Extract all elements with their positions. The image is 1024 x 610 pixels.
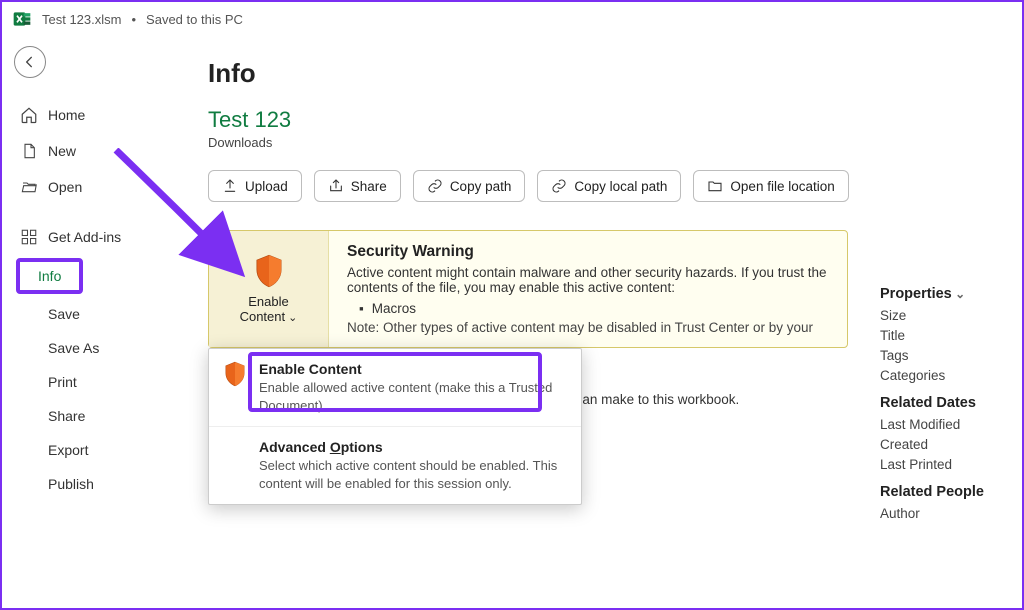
file-path: Downloads: [208, 135, 994, 150]
upload-icon: [222, 178, 238, 194]
main-panel: Info Test 123 Downloads Upload Share Cop…: [164, 36, 1022, 608]
page-title: Info: [208, 58, 994, 89]
prop-categories[interactable]: Categories: [880, 368, 1000, 383]
nav-home[interactable]: Home: [10, 98, 156, 132]
security-note: Note: Other types of active content may …: [347, 320, 831, 335]
popup-advanced-desc: Select which active content should be en…: [259, 457, 567, 492]
home-icon: [20, 106, 38, 124]
nav-info[interactable]: Info: [16, 258, 83, 294]
addins-icon: [20, 228, 38, 246]
file-title: Test 123: [208, 107, 994, 133]
security-warning-desc: Active content might contain malware and…: [347, 265, 831, 295]
nav-print[interactable]: Print: [10, 366, 156, 398]
enable-content-button[interactable]: Enable Content ⌄: [209, 231, 329, 347]
chevron-down-icon: ⌄: [285, 312, 297, 324]
popup-enable-content[interactable]: Enable Content Enable allowed active con…: [209, 349, 581, 426]
nav-open[interactable]: Open: [10, 170, 156, 204]
prop-title[interactable]: Title: [880, 328, 1000, 343]
related-people-heading: Related People: [880, 484, 1000, 500]
prop-last-modified: Last Modified: [880, 417, 1000, 432]
share-button[interactable]: Share: [314, 170, 401, 202]
security-item-macros: Macros: [359, 301, 831, 316]
filename-label: Test 123.xlsm: [42, 12, 121, 27]
prop-created: Created: [880, 437, 1000, 452]
upload-button[interactable]: Upload: [208, 170, 302, 202]
security-warning-heading: Security Warning: [347, 243, 831, 261]
nav-new[interactable]: New: [10, 134, 156, 168]
nav-save[interactable]: Save: [10, 298, 156, 330]
shield-icon: [254, 254, 284, 288]
popup-advanced-options[interactable]: Advanced Options Select which active con…: [209, 426, 581, 504]
nav-share[interactable]: Share: [10, 400, 156, 432]
nav-get-addins[interactable]: Get Add-ins: [10, 220, 156, 254]
popup-enable-title: Enable Content: [259, 361, 567, 377]
title-bar: Test 123.xlsm • Saved to this PC: [2, 2, 1022, 36]
back-button[interactable]: [14, 46, 46, 78]
enable-content-dropdown: Enable Content Enable allowed active con…: [208, 348, 582, 505]
related-dates-heading: Related Dates: [880, 395, 1000, 411]
save-status-label: Saved to this PC: [146, 12, 243, 27]
folder-icon: [707, 178, 723, 194]
prop-size: Size: [880, 308, 1000, 323]
popup-advanced-title: Advanced Options: [259, 439, 567, 455]
popup-enable-desc: Enable allowed active content (make this…: [259, 379, 567, 414]
new-file-icon: [20, 142, 38, 160]
prop-tags[interactable]: Tags: [880, 348, 1000, 363]
prop-last-printed: Last Printed: [880, 457, 1000, 472]
nav-publish[interactable]: Publish: [10, 468, 156, 500]
arrow-left-icon: [22, 54, 38, 70]
copy-path-button[interactable]: Copy path: [413, 170, 526, 202]
link-icon: [551, 178, 567, 194]
properties-heading[interactable]: Properties: [880, 286, 1000, 302]
folder-open-icon: [20, 178, 38, 196]
prop-author: Author: [880, 506, 1000, 521]
security-warning-box: Enable Content ⌄ Security Warning Active…: [208, 230, 848, 348]
file-actions-row: Upload Share Copy path Copy local path O…: [208, 170, 994, 202]
open-file-location-button[interactable]: Open file location: [693, 170, 848, 202]
share-icon: [328, 178, 344, 194]
link-icon: [427, 178, 443, 194]
copy-local-path-button[interactable]: Copy local path: [537, 170, 681, 202]
shield-icon: [223, 361, 247, 414]
properties-panel: Properties Size Title Tags Categories Re…: [880, 286, 1000, 526]
nav-export[interactable]: Export: [10, 434, 156, 466]
excel-logo-icon: [12, 9, 32, 29]
nav-save-as[interactable]: Save As: [10, 332, 156, 364]
backstage-sidebar: Home New Open Get Add-ins Info Save Save…: [2, 36, 164, 608]
